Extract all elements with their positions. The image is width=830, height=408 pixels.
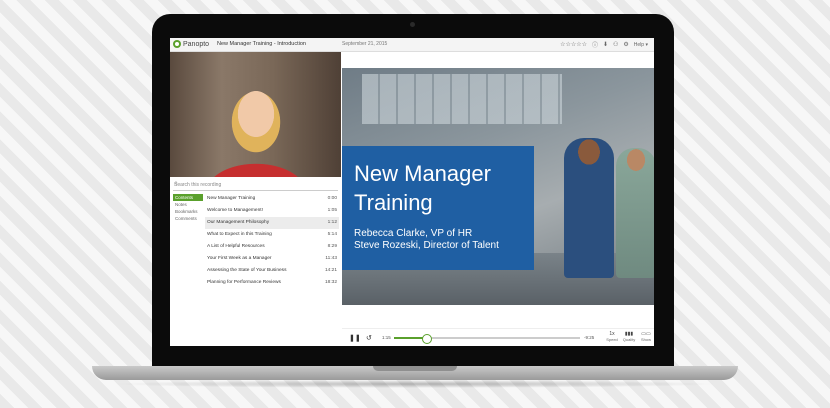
- list-item-highlighted[interactable]: Our Management Philosophy 1:12: [205, 217, 339, 229]
- download-icon[interactable]: ⬇: [603, 41, 608, 48]
- remaining-time: -9:25: [584, 335, 595, 340]
- laptop-shadow: [110, 380, 720, 388]
- presenter-1: Rebecca Clarke, VP of HR: [354, 228, 473, 239]
- slide-photo-person: [564, 138, 614, 278]
- sidebar-nav: Contents Notes Bookmarks Comments: [173, 194, 203, 222]
- slide-title: New Manager Training: [354, 161, 491, 215]
- list-item[interactable]: New Manager Training 0:00: [205, 193, 339, 205]
- list-item[interactable]: Assessing the State of Your Business 14:2…: [205, 265, 339, 277]
- nav-notes[interactable]: Notes: [173, 201, 203, 208]
- slide-title-panel: New Manager Training Rebecca Clarke, VP …: [342, 146, 534, 270]
- slide-photo-person: [616, 148, 654, 278]
- progress-knob[interactable]: [421, 334, 432, 344]
- contents-list: New Manager Training 0:00 Welcome to Mana…: [205, 193, 339, 289]
- presenter-2: Steve Rozeski, Director of Talent: [354, 240, 499, 251]
- info-icon[interactable]: ⓘ: [592, 40, 598, 49]
- list-item[interactable]: Planning for Performance Reviews 18:32: [205, 277, 339, 289]
- nav-comments[interactable]: Comments: [173, 215, 203, 222]
- share-icon[interactable]: ⚇: [613, 41, 618, 48]
- slide-presenters: Rebecca Clarke, VP of HR Steve Rozeski, …: [354, 228, 499, 252]
- list-item[interactable]: Welcome to Management! 1:05: [205, 205, 339, 217]
- list-item[interactable]: What to Expect in this Training 5:14: [205, 229, 339, 241]
- laptop-notch: [373, 366, 457, 371]
- logo-text: Panopto: [183, 40, 210, 48]
- session-date: September 21, 2015: [342, 41, 388, 47]
- screen: Panopto New Manager Training - Introduct…: [170, 38, 654, 346]
- presenter-video[interactable]: [170, 52, 341, 177]
- speed-control[interactable]: 1x Speed: [605, 331, 619, 342]
- list-item[interactable]: A List of Helpful Resources 8:29: [205, 241, 339, 253]
- search-icon[interactable]: ⌕: [174, 180, 336, 188]
- panopto-logo-icon: [173, 40, 181, 48]
- camera-icon: [410, 22, 415, 27]
- nav-contents[interactable]: Contents: [173, 194, 203, 201]
- progress-track[interactable]: [394, 334, 580, 344]
- quality-control[interactable]: ▮▮▮ Quality: [622, 331, 636, 342]
- list-item[interactable]: Your First Week as a Manager 11:43: [205, 253, 339, 265]
- session-title: New Manager Training - Introduction: [217, 41, 306, 47]
- progress-fill: [394, 337, 426, 339]
- show-control[interactable]: ▭▭ Show: [639, 331, 653, 342]
- star-rating-icon[interactable]: ☆☆☆☆☆: [560, 41, 587, 48]
- logo: Panopto: [173, 40, 209, 48]
- pause-icon[interactable]: ❚❚: [349, 334, 361, 342]
- toolbar-icons: ☆☆☆☆☆ ⓘ ⬇ ⚇ ⚙ Help ▾: [560, 40, 648, 50]
- rewind-icon[interactable]: ↺: [366, 334, 372, 342]
- help-menu[interactable]: Help ▾: [634, 42, 648, 48]
- nav-bookmarks[interactable]: Bookmarks: [173, 208, 203, 215]
- settings-icon[interactable]: ⚙: [623, 41, 628, 48]
- elapsed-time: 1:15: [382, 335, 391, 340]
- slide-background-windows: [362, 74, 562, 124]
- slide-view[interactable]: New Manager Training Rebecca Clarke, VP …: [342, 68, 654, 305]
- search-input[interactable]: Search this recording ⌕: [173, 180, 338, 191]
- top-bar: Panopto New Manager Training - Introduct…: [170, 38, 654, 52]
- player-controls: ❚❚ ↺ 1:15 -9:25 1x Speed ▮▮▮ Quality ▭▭ …: [342, 328, 654, 346]
